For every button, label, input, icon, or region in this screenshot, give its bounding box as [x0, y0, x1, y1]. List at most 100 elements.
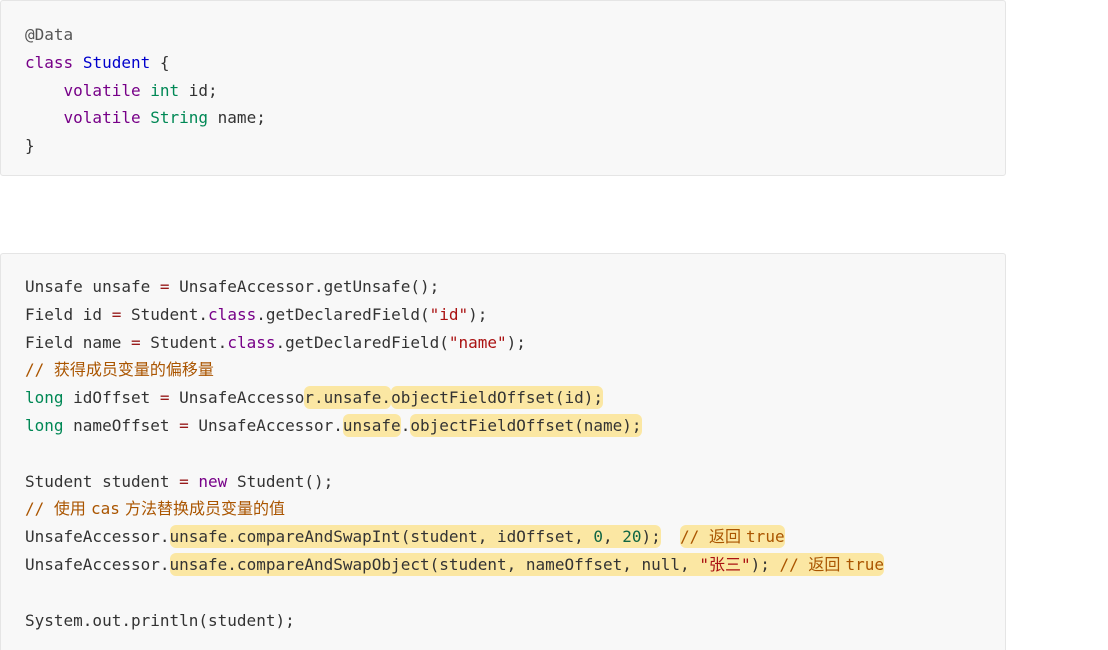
comment-text: 方法替换成员变量的值 — [119, 499, 285, 519]
text: Student. — [121, 304, 209, 324]
text: Student(); — [227, 471, 334, 491]
text: ); — [641, 527, 661, 547]
code-line: volatile int id; — [25, 77, 266, 105]
comment-slash: // — [25, 499, 54, 519]
annotation: @Data — [25, 25, 74, 44]
type: long — [25, 415, 64, 435]
comment-text: 获得成员变量的偏移量 — [53, 360, 214, 380]
text: unsafe.compareAndSwapInt(student, idOffs… — [169, 527, 594, 547]
code-line: System.out.println(student); — [25, 607, 884, 635]
type: int — [150, 80, 180, 100]
text: Field id — [25, 304, 112, 324]
code-line-empty — [25, 579, 884, 607]
text: Student. — [140, 332, 228, 352]
keyword: new — [198, 471, 228, 491]
class-name: Student — [82, 52, 151, 72]
comment: // 获得成员变量的偏移量 — [25, 360, 214, 379]
highlighted-comment: // 返回 true — [680, 525, 785, 549]
text — [141, 81, 151, 100]
code-line: long idOffset = UnsafeAccessor.unsafe.ob… — [25, 384, 884, 412]
code-line: Field name = Student.class.getDeclaredFi… — [25, 329, 884, 357]
operator: = — [179, 471, 189, 491]
text: Field name — [25, 332, 131, 352]
text: ); — [750, 554, 780, 574]
highlight: objectFieldOffset(name); — [410, 413, 642, 437]
text: id; — [179, 80, 218, 100]
text: UnsafeAccessor.getUnsafe(); — [169, 277, 440, 296]
text: Unsafe unsafe — [25, 277, 160, 296]
text: nameOffset — [63, 415, 180, 435]
text: idOffset — [63, 388, 160, 408]
comment-text: 返回 — [808, 554, 846, 574]
code-line: Unsafe unsafe = UnsafeAccessor.getUnsafe… — [25, 273, 884, 301]
text — [141, 108, 151, 127]
code-line: class Student { — [25, 49, 266, 77]
text: .getDeclaredField( — [256, 304, 430, 324]
highlight: objectFieldOffset(id); — [391, 386, 603, 410]
comment-text: true — [746, 527, 785, 547]
text: } — [25, 136, 35, 156]
text: .getDeclaredField( — [275, 332, 449, 352]
text — [189, 472, 199, 491]
code-line: } — [25, 132, 266, 160]
text: ); — [468, 304, 488, 324]
text: UnsafeAccessor. — [25, 554, 170, 574]
text — [73, 53, 83, 72]
comment-text: 返回 — [708, 527, 747, 547]
string: "张三" — [699, 554, 751, 574]
code-line: Field id = Student.class.getDeclaredFiel… — [25, 301, 884, 329]
string: "name" — [448, 332, 507, 352]
type: String — [150, 108, 209, 128]
text: . — [400, 415, 411, 435]
comment-slash: // — [25, 360, 54, 380]
number: 0 — [593, 527, 603, 547]
code-line: volatile String name; — [25, 104, 266, 132]
text: { — [150, 52, 170, 72]
text: name; — [208, 108, 266, 128]
operator: = — [130, 332, 141, 352]
operator: = — [159, 388, 170, 408]
code-line: // 获得成员变量的偏移量 — [25, 356, 884, 384]
comment-text: cas — [91, 499, 120, 519]
string: "id" — [429, 304, 469, 324]
code-content: Unsafe unsafe = UnsafeAccessor.getUnsafe… — [25, 273, 885, 635]
text: UnsafeAccessor. — [25, 527, 170, 547]
keyword: volatile — [63, 80, 141, 100]
type: long — [25, 388, 64, 408]
comment: // 使用 cas 方法替换成员变量的值 — [25, 499, 285, 518]
comment-text: 使用 — [53, 499, 91, 519]
text: System.out.println(student); — [25, 610, 295, 630]
text: ); — [506, 332, 526, 352]
text: unsafe.compareAndSwapObject(student, nam… — [169, 554, 700, 574]
keyword: class — [227, 332, 276, 352]
text: UnsafeAccessor. — [188, 415, 343, 435]
keyword: class — [25, 52, 74, 72]
code-line: // 使用 cas 方法替换成员变量的值 — [25, 495, 884, 523]
text: Student student — [25, 471, 180, 491]
code-block-student-class: @Data class Student { volatile int id; vo… — [0, 0, 1006, 176]
text — [661, 527, 680, 546]
code-line: long nameOffset = UnsafeAccessor.unsafe.… — [25, 412, 884, 440]
comment-slash: // — [680, 527, 709, 547]
keyword: class — [208, 304, 257, 324]
highlight: r.unsafe. — [304, 386, 392, 410]
keyword: volatile — [63, 108, 141, 128]
comment-text: true — [845, 554, 885, 574]
comment-slash: // — [779, 554, 809, 574]
comment: // 返回 true — [780, 555, 885, 574]
code-line: Student student = new Student(); — [25, 468, 884, 496]
code-content: @Data class Student { volatile int id; vo… — [25, 21, 266, 160]
code-line: @Data — [25, 21, 266, 49]
operator: = — [159, 277, 170, 296]
text: , — [602, 527, 623, 547]
code-block-unsafe-cas: Unsafe unsafe = UnsafeAccessor.getUnsafe… — [0, 253, 1006, 650]
highlight: unsafe.compareAndSwapObject(student, nam… — [169, 552, 885, 576]
highlight: unsafe — [342, 413, 401, 437]
code-line-empty — [25, 440, 884, 468]
number: 20 — [622, 527, 642, 547]
operator: = — [111, 304, 122, 324]
code-line: UnsafeAccessor.unsafe.compareAndSwapInt(… — [25, 523, 884, 551]
operator: = — [179, 415, 189, 435]
